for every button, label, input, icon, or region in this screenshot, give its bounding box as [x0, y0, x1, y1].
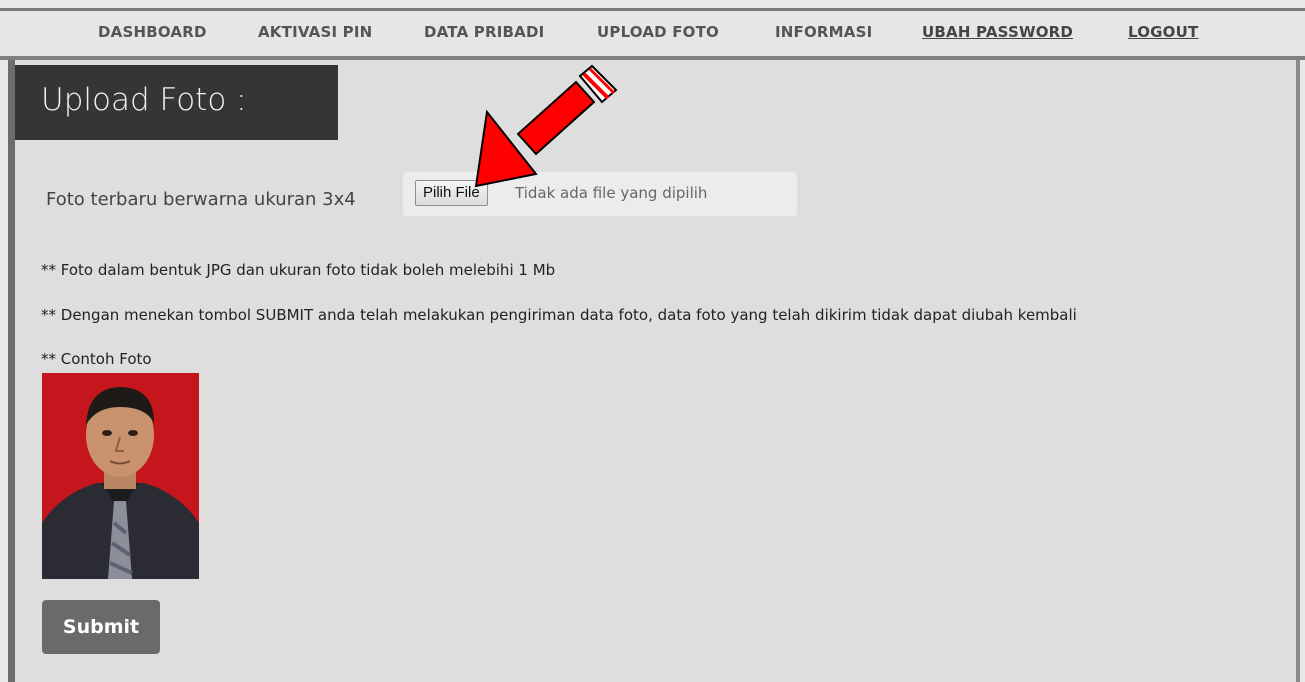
submit-button[interactable]: Submit [42, 600, 160, 654]
note-submit-info: ** Dengan menekan tombol SUBMIT anda tel… [41, 306, 1077, 324]
nav-aktivasi-pin[interactable]: AKTIVASI PIN [258, 23, 372, 41]
upload-field-label: Foto terbaru berwarna ukuran 3x4 [46, 189, 356, 210]
example-photo [42, 373, 199, 579]
nav-dashboard[interactable]: DASHBOARD [98, 23, 207, 41]
content-panel: Upload Foto : Foto terbaru berwarna ukur… [8, 60, 1300, 682]
nav-ubah-password[interactable]: UBAH PASSWORD [922, 23, 1073, 41]
nav-upload-foto[interactable]: UPLOAD FOTO [597, 23, 719, 41]
portrait-image [42, 373, 199, 579]
top-navigation-bar: DASHBOARD AKTIVASI PIN DATA PRIBADI UPLO… [0, 8, 1305, 60]
red-arrow-annotation [474, 64, 618, 188]
nav-data-pribadi[interactable]: DATA PRIBADI [424, 23, 544, 41]
nav-logout[interactable]: LOGOUT [1128, 23, 1198, 41]
note-example-photo: ** Contoh Foto [41, 350, 152, 368]
page-title-box: Upload Foto : [15, 65, 338, 140]
nav-informasi[interactable]: INFORMASI [775, 23, 872, 41]
note-format: ** Foto dalam bentuk JPG dan ukuran foto… [41, 261, 556, 279]
page-title: Upload Foto : [41, 82, 247, 118]
